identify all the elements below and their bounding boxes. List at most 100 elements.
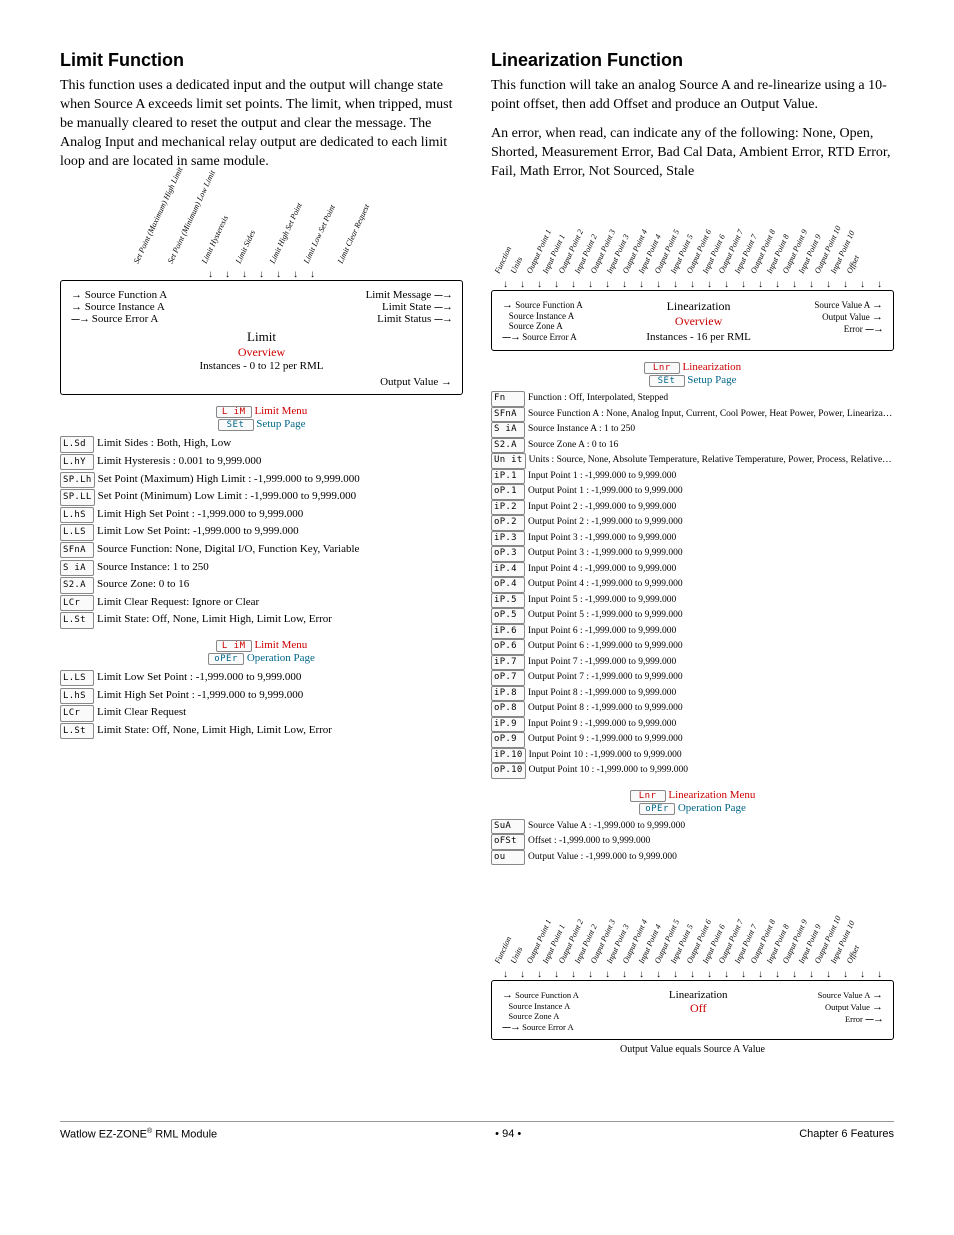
param-row: oP.3Output Point 3 : -1,999.000 to 9,999… [491, 546, 894, 562]
segment-code: oP.10 [491, 763, 526, 779]
segment-code: ou [491, 850, 525, 866]
lin-setup-params: FnFunction : Off, Interpolated, Stepped S… [491, 391, 894, 779]
param-row: SuASource Value A : -1,999.000 to 9,999.… [491, 819, 894, 835]
segment-code: LCr [60, 705, 94, 721]
diagram-label: Limit Hysteresis [200, 215, 230, 266]
limit-overview: Overview [71, 345, 452, 360]
param-text: Source Zone A : 0 to 16 [528, 440, 618, 450]
limit-instances: Instances - 0 to 12 per RML [71, 360, 452, 372]
param-text: Input Point 4 : -1,999.000 to 9,999.000 [528, 564, 676, 574]
lin-paragraph-2: An error, when read, can indicate any of… [491, 125, 894, 182]
segment-code: L.hY [60, 454, 94, 470]
param-row: SP.LhSet Point (Maximum) High Limit : -1… [60, 471, 463, 489]
param-text: Input Point 3 : -1,999.000 to 9,999.000 [528, 533, 676, 543]
param-row: oP.5Output Point 5 : -1,999.000 to 9,999… [491, 608, 894, 624]
param-text: Input Point 7 : -1,999.000 to 9,999.000 [528, 657, 676, 667]
segment-code: SFnA [60, 542, 94, 558]
param-row: iP.7Input Point 7 : -1,999.000 to 9,999.… [491, 655, 894, 671]
lin-diagram: FunctionUnitsOutput Point 1Input Point 1… [491, 195, 894, 351]
lin-in4: Source Error A [522, 332, 576, 342]
param-text: Source Value A : -1,999.000 to 9,999.000 [528, 821, 685, 831]
param-text: Units : Source, None, Absolute Temperatu… [529, 455, 894, 465]
param-row: iP.8Input Point 8 : -1,999.000 to 9,999.… [491, 686, 894, 702]
param-text: Set Point (Minimum) Low Limit : -1,999.0… [98, 490, 357, 502]
limit-heading: Limit Function [60, 50, 463, 71]
segment-code: oP.6 [491, 639, 525, 655]
param-text: Input Point 1 : -1,999.000 to 9,999.000 [528, 471, 676, 481]
diagram-label: Offset [845, 254, 861, 275]
param-text: Source Function A : None, Analog Input, … [528, 409, 894, 419]
param-row: oFStOffset : -1,999.000 to 9,999.000 [491, 834, 894, 850]
param-text: Limit Sides : Both, High, Low [97, 437, 231, 449]
param-row: LCrLimit Clear Request: Ignore or Clear [60, 594, 463, 612]
param-row: S iASource Instance A : 1 to 250 [491, 422, 894, 438]
segment-code: iP.9 [491, 717, 525, 733]
param-row: LCrLimit Clear Request [60, 704, 463, 722]
param-row: iP.4Input Point 4 : -1,999.000 to 9,999.… [491, 562, 894, 578]
lin-out1: Source Value A [814, 300, 869, 310]
segment-code: oP.1 [491, 484, 525, 500]
param-row: oP.1Output Point 1 : -1,999.000 to 9,999… [491, 484, 894, 500]
param-row: L.hYLimit Hysteresis : 0.001 to 9,999.00… [60, 453, 463, 471]
param-row: oP.2Output Point 2 : -1,999.000 to 9,999… [491, 515, 894, 531]
diagram-label: Limit High Set Point [268, 202, 304, 266]
param-row: iP.6Input Point 6 : -1,999.000 to 9,999.… [491, 624, 894, 640]
diagram-label: Offset [845, 944, 861, 965]
lin-off-caption: Output Value equals Source A Value [491, 1044, 894, 1055]
segment-code: oP.8 [491, 701, 525, 717]
lin-in1: Source Function A [515, 300, 583, 310]
param-text: Output Point 1 : -1,999.000 to 9,999.000 [528, 486, 683, 496]
param-text: Input Point 6 : -1,999.000 to 9,999.000 [528, 626, 676, 636]
lin-block-title: Linearization [667, 299, 731, 313]
segment-code: oP.9 [491, 732, 525, 748]
segment-code: SP.LL [60, 489, 95, 505]
segment-code: oP.4 [491, 577, 525, 593]
lin-oper-menu-header: Lnr Linearization Menu oPEr Operation Pa… [491, 789, 894, 815]
limit-oper-params: L.LSLimit Low Set Point : -1,999.000 to … [60, 669, 463, 739]
limit-out2: Limit State [382, 301, 431, 313]
param-row: FnFunction : Off, Interpolated, Stepped [491, 391, 894, 407]
page-footer: Watlow EZ-ZONE® RML Module • 94 • Chapte… [60, 1121, 894, 1141]
param-row: iP.10Input Point 10 : -1,999.000 to 9,99… [491, 748, 894, 764]
param-text: Limit High Set Point : -1,999.000 to 9,9… [97, 508, 303, 520]
lin-off-title: Linearization [669, 989, 728, 1001]
param-row: ouOutput Value : -1,999.000 to 9,999.000 [491, 850, 894, 866]
param-row: iP.3Input Point 3 : -1,999.000 to 9,999.… [491, 531, 894, 547]
param-text: Output Point 6 : -1,999.000 to 9,999.000 [528, 641, 683, 651]
diagram-label: Limit Low Set Point [302, 204, 337, 266]
param-row: L.hSLimit High Set Point : -1,999.000 to… [60, 687, 463, 705]
segment-code: iP.6 [491, 624, 525, 640]
lin-off-diagram: FunctionUnitsOutput Point 1Input Point 1… [491, 885, 894, 1055]
diagram-label: Units [509, 946, 524, 966]
param-text: Source Zone: 0 to 16 [97, 578, 189, 590]
param-row: S2.ASource Zone: 0 to 16 [60, 576, 463, 594]
segment-code: S iA [60, 560, 94, 576]
limit-setup-menu-header: L iM Limit Menu SEt Setup Page [60, 405, 463, 431]
limit-block-title: Limit [71, 329, 452, 345]
limit-oper-menu-header: L iM Limit Menu oPEr Operation Page [60, 639, 463, 665]
segment-code: L.LS [60, 524, 94, 540]
param-text: Function : Off, Interpolated, Stepped [528, 393, 668, 403]
segment-code: oP.5 [491, 608, 525, 624]
segment-code: L.hS [60, 507, 94, 523]
segment-code: iP.1 [491, 469, 525, 485]
segment-code: iP.8 [491, 686, 525, 702]
param-text: Input Point 9 : -1,999.000 to 9,999.000 [528, 719, 676, 729]
lin-in3: Source Zone A [509, 321, 563, 331]
segment-code: L.hS [60, 688, 94, 704]
param-text: Limit Low Set Point: -1,999.000 to 9,999… [97, 525, 299, 537]
segment-code: L.St [60, 612, 94, 628]
param-text: Output Point 3 : -1,999.000 to 9,999.000 [528, 548, 683, 558]
limit-out1: Limit Message [366, 289, 432, 301]
param-row: iP.2Input Point 2 : -1,999.000 to 9,999.… [491, 500, 894, 516]
segment-code: oP.7 [491, 670, 525, 686]
param-row: SFnASource Function: None, Digital I/O, … [60, 541, 463, 559]
segment-code: oP.3 [491, 546, 525, 562]
diagram-label: Units [509, 256, 524, 276]
param-text: Source Function: None, Digital I/O, Func… [97, 543, 359, 555]
lin-oper-params: SuASource Value A : -1,999.000 to 9,999.… [491, 819, 894, 866]
param-row: iP.1Input Point 1 : -1,999.000 to 9,999.… [491, 469, 894, 485]
param-text: Input Point 5 : -1,999.000 to 9,999.000 [528, 595, 676, 605]
param-text: Output Point 10 : -1,999.000 to 9,999.00… [529, 765, 688, 775]
segment-code: iP.4 [491, 562, 525, 578]
